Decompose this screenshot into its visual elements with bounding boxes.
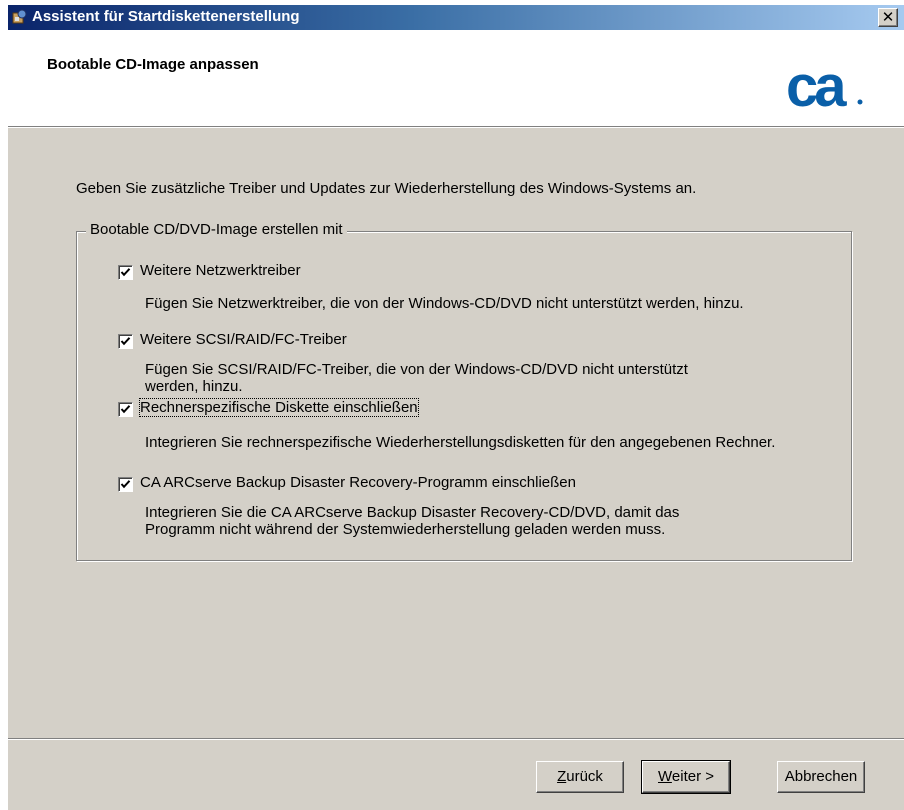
header-divider <box>8 126 904 128</box>
description-line: Integrieren Sie rechnerspezifische Wiede… <box>145 434 776 451</box>
disaster-recovery-description: Integrieren Sie die CA ARCserve Backup D… <box>145 504 679 538</box>
description-line: Programm nicht während der Systemwiederh… <box>145 521 666 538</box>
description-line: Integrieren Sie die CA ARCserve Backup D… <box>145 504 680 521</box>
machine-specific-disk-checkbox[interactable] <box>118 402 133 417</box>
group-legend: Bootable CD/DVD-Image erstellen mit <box>86 221 347 238</box>
scsi-drivers-description: Fügen Sie SCSI/RAID/FC-Treiber, die von … <box>145 361 688 395</box>
network-drivers-label[interactable]: Weitere Netzwerktreiber <box>140 262 301 279</box>
footer-divider <box>8 738 904 740</box>
description-line: Fügen Sie SCSI/RAID/FC-Treiber, die von … <box>145 361 688 378</box>
scsi-drivers-checkbox[interactable] <box>118 334 133 349</box>
disaster-recovery-checkbox[interactable] <box>118 477 133 492</box>
checkmark-icon <box>120 337 131 346</box>
next-button[interactable]: Weiter > <box>641 760 731 794</box>
scsi-drivers-label[interactable]: Weitere SCSI/RAID/FC-Treiber <box>140 331 347 348</box>
close-icon: ✕ <box>881 9 895 26</box>
instruction-text: Geben Sie zusätzliche Treiber und Update… <box>76 180 697 197</box>
machine-specific-disk-description: Integrieren Sie rechnerspezifische Wiede… <box>145 434 775 451</box>
next-label: eiter > <box>671 768 714 785</box>
back-button[interactable]: Zurück <box>536 761 624 793</box>
wizard-header: Bootable CD-Image anpassen ca <box>8 30 904 126</box>
checkmark-icon <box>120 480 131 489</box>
window-title: Assistent für Startdiskettenerstellung <box>32 8 300 25</box>
network-drivers-description: Fügen Sie Netzwerktreiber, die von der W… <box>145 295 744 312</box>
network-drivers-checkbox[interactable] <box>118 265 133 280</box>
description-line: Fügen Sie Netzwerktreiber, die von der W… <box>145 295 744 312</box>
back-mnemonic: Z <box>557 768 567 785</box>
page-title: Bootable CD-Image anpassen <box>47 56 259 73</box>
checkmark-icon <box>120 405 131 414</box>
checkmark-icon <box>120 268 131 277</box>
title-bar[interactable]: Assistent für Startdiskettenerstellung ✕ <box>8 5 904 30</box>
next-mnemonic: W <box>658 768 672 785</box>
machine-specific-disk-label[interactable]: Rechnerspezifische Diskette einschließen <box>139 398 419 417</box>
ca-logo: ca <box>786 56 863 112</box>
close-button[interactable]: ✕ <box>878 8 898 27</box>
description-line: werden, hinzu. <box>145 378 243 395</box>
disaster-recovery-label[interactable]: CA ARCserve Backup Disaster Recovery-Pro… <box>140 474 576 491</box>
cancel-button[interactable]: Abbrechen <box>777 761 865 793</box>
back-label: urück <box>566 768 603 785</box>
wizard-window: Assistent für Startdiskettenerstellung ✕… <box>8 5 904 810</box>
svg-text:ca: ca <box>786 56 847 112</box>
app-icon <box>12 9 27 24</box>
